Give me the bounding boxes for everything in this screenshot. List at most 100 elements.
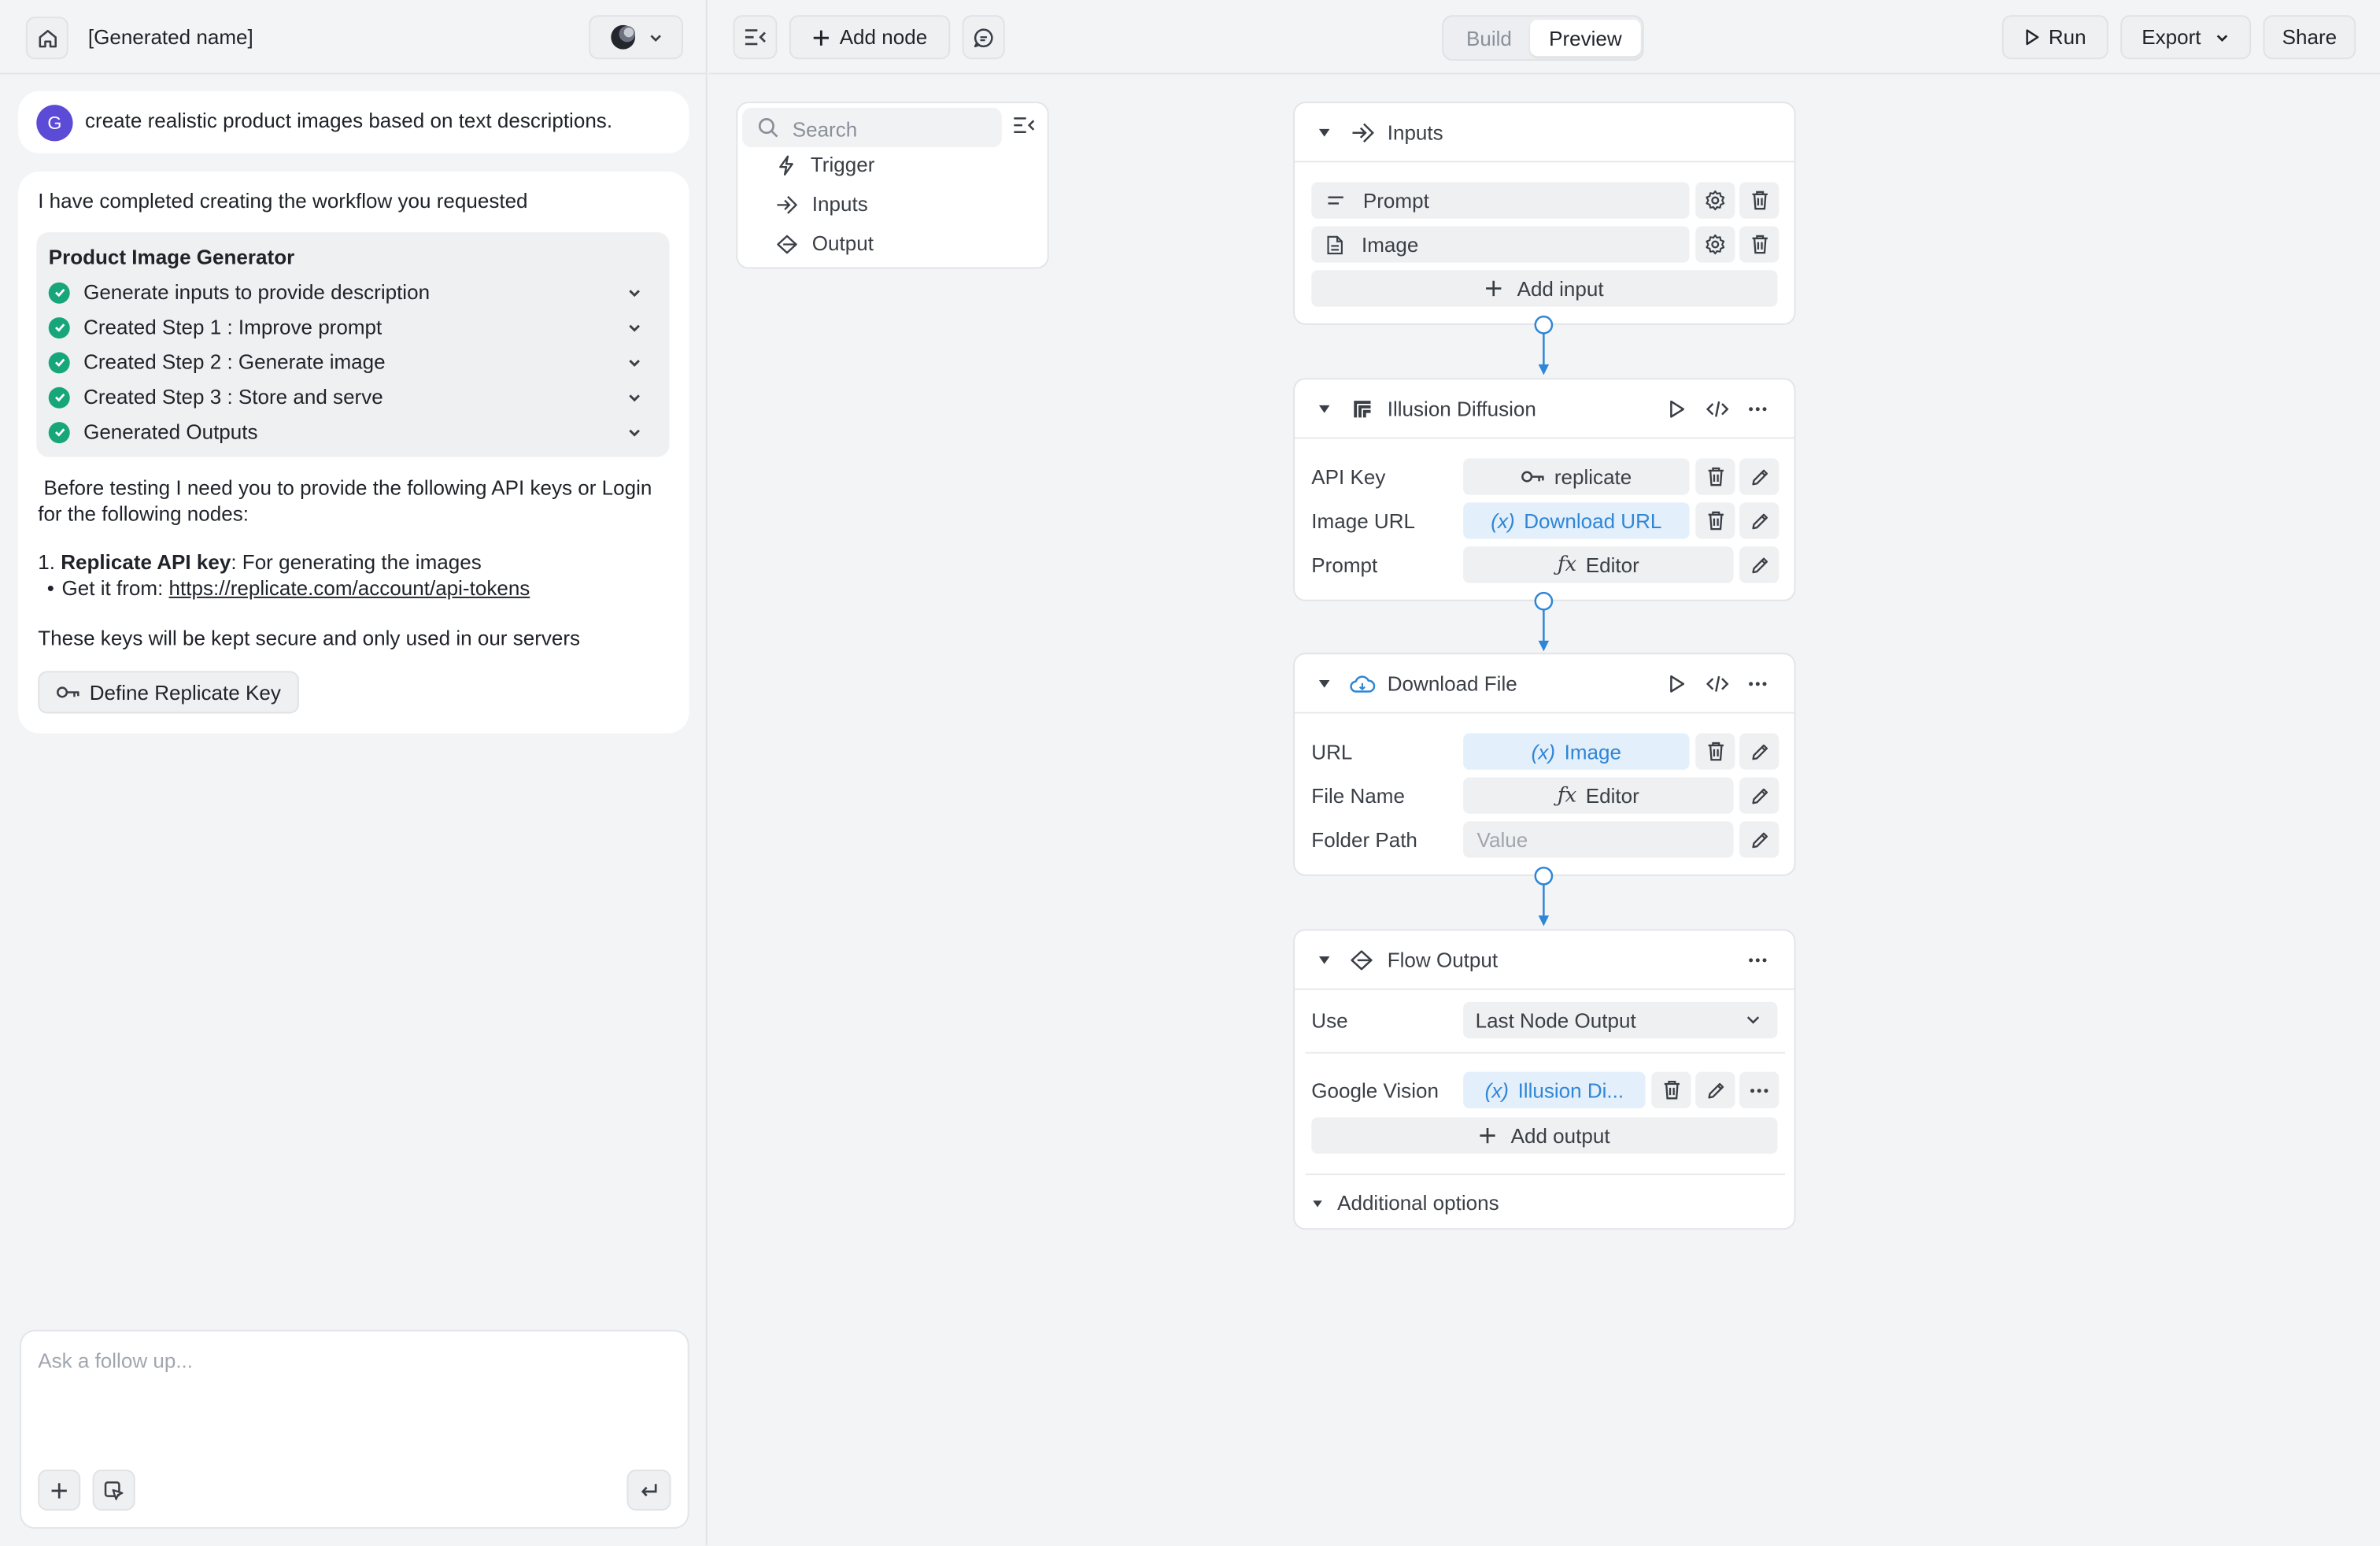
tab-build[interactable]: Build [1450,21,1528,54]
user-message: G create realistic product images based … [18,91,689,153]
inputs-node[interactable]: Inputs Prompt Image Add input [1293,102,1796,325]
workflow-step[interactable]: Created Step 1 : Improve prompt [48,316,657,338]
delete-button[interactable] [1695,458,1735,495]
add-output-button[interactable]: Add output [1311,1117,1778,1154]
trash-icon [1706,466,1725,487]
palette-search[interactable]: Search [742,107,1002,148]
code-icon[interactable] [1706,399,1729,419]
node-title: Flow Output [1387,949,1499,972]
chat-panel: [Generated name] G create realistic prod… [0,0,708,1546]
workflow-step[interactable]: Generate inputs to provide description [48,281,657,304]
palette-item-inputs[interactable]: Inputs [776,193,868,216]
caret-down-icon[interactable] [1318,679,1331,690]
comment-button[interactable] [962,15,1005,60]
delete-button[interactable] [1739,182,1779,219]
chevron-down-icon[interactable] [627,354,642,369]
delete-button[interactable] [1651,1071,1691,1108]
edge-connector[interactable] [1533,590,1554,654]
caret-down-icon[interactable] [1318,404,1331,415]
more-icon[interactable] [1749,407,1767,412]
run-node-icon[interactable] [1669,674,1687,693]
workflow-step[interactable]: Created Step 3 : Store and serve [48,386,657,409]
tab-preview[interactable]: Preview [1530,20,1641,57]
caret-down-icon[interactable] [1318,955,1331,966]
key-item: 1. Replicate API key: For generating the… [38,551,482,574]
palette-item-trigger[interactable]: Trigger [776,153,874,176]
code-icon[interactable] [1706,674,1729,693]
home-button[interactable] [25,17,68,60]
define-key-label: Define Replicate Key [89,680,281,704]
prompt-editor-field[interactable]: ƒx Editor [1463,546,1734,583]
folder-path-field[interactable]: Value [1463,821,1734,858]
project-name[interactable]: [Generated name] [88,26,253,49]
delete-button[interactable] [1739,226,1779,263]
theme-selector[interactable] [589,15,683,60]
edit-button[interactable] [1739,777,1779,814]
api-key-field[interactable]: replicate [1463,458,1690,495]
export-button[interactable]: Export [2120,15,2252,60]
field-value: Illusion Di... [1517,1078,1624,1102]
more-button[interactable] [1739,1071,1779,1108]
input-row-prompt[interactable]: Prompt [1311,182,1690,219]
delete-button[interactable] [1695,733,1735,770]
attach-button[interactable] [38,1469,81,1511]
use-select[interactable]: Last Node Output [1463,1001,1778,1039]
settings-button[interactable] [1695,226,1735,263]
edge-connector[interactable] [1533,865,1554,929]
run-button[interactable]: Run [2001,15,2108,60]
caret-down-icon[interactable] [1318,128,1331,139]
add-input-button[interactable]: Add input [1311,270,1778,307]
additional-options-toggle[interactable]: Additional options [1311,1192,1499,1215]
variable-icon: (x) [1484,1078,1509,1102]
edit-button[interactable] [1739,733,1779,770]
workflow-step[interactable]: Created Step 2 : Generate image [48,351,657,373]
chevron-down-icon[interactable] [627,285,642,300]
edit-button[interactable] [1739,458,1779,495]
cursor-select-icon [103,1479,124,1500]
image-url-field[interactable]: (x) Download URL [1463,502,1690,539]
followup-input[interactable]: Ask a follow up... [38,1350,193,1373]
chevron-down-icon[interactable] [627,424,642,439]
input-row-image[interactable]: Image [1311,226,1690,263]
gear-icon [1705,190,1726,211]
chevron-down-icon[interactable] [627,320,642,335]
edit-button[interactable] [1739,821,1779,858]
settings-button[interactable] [1695,182,1735,219]
download-file-node[interactable]: Download File URL (x) Image File Name ƒx… [1293,653,1796,876]
bullet: • [46,576,54,600]
delete-button[interactable] [1695,502,1735,539]
edit-button[interactable] [1739,502,1779,539]
define-replicate-key-button[interactable]: Define Replicate Key [38,671,299,714]
workflow-step[interactable]: Generated Outputs [48,420,657,443]
toggle-sidebar-button[interactable] [733,15,778,60]
flow-output-node[interactable]: Flow Output Use Last Node Output Google … [1293,929,1796,1230]
lightning-icon [776,154,797,176]
edit-button[interactable] [1739,546,1779,583]
run-node-icon[interactable] [1669,399,1687,419]
select-node-button[interactable] [92,1469,135,1511]
send-button[interactable] [626,1469,671,1511]
file-name-field[interactable]: ƒx Editor [1463,777,1734,814]
output-icon [776,233,799,254]
illusion-diffusion-node[interactable]: Illusion Diffusion API Key replicate Ima… [1293,378,1796,601]
key-icon [1521,469,1545,484]
more-icon[interactable] [1749,958,1767,963]
key-icon [56,685,80,700]
chevron-down-icon[interactable] [627,390,642,405]
api-tokens-link[interactable]: https://replicate.com/account/api-tokens [169,577,530,600]
more-icon[interactable] [1749,682,1767,686]
url-field[interactable]: (x) Image [1463,733,1690,770]
collapse-palette-icon[interactable] [1012,116,1035,135]
share-button[interactable]: Share [2263,15,2356,60]
search-input[interactable]: Search [793,118,858,141]
edge-connector[interactable] [1533,314,1554,378]
output-value-field[interactable]: (x) Illusion Di... [1463,1071,1646,1108]
edit-button[interactable] [1695,1071,1735,1108]
add-node-button[interactable]: Add node [789,15,951,60]
field-value: Editor [1585,553,1639,576]
chevron-down-icon [1746,1014,1761,1026]
pencil-icon [1750,830,1769,849]
variable-icon: (x) [1491,509,1515,532]
field-label: URL [1311,741,1353,764]
palette-item-output[interactable]: Output [776,232,874,255]
